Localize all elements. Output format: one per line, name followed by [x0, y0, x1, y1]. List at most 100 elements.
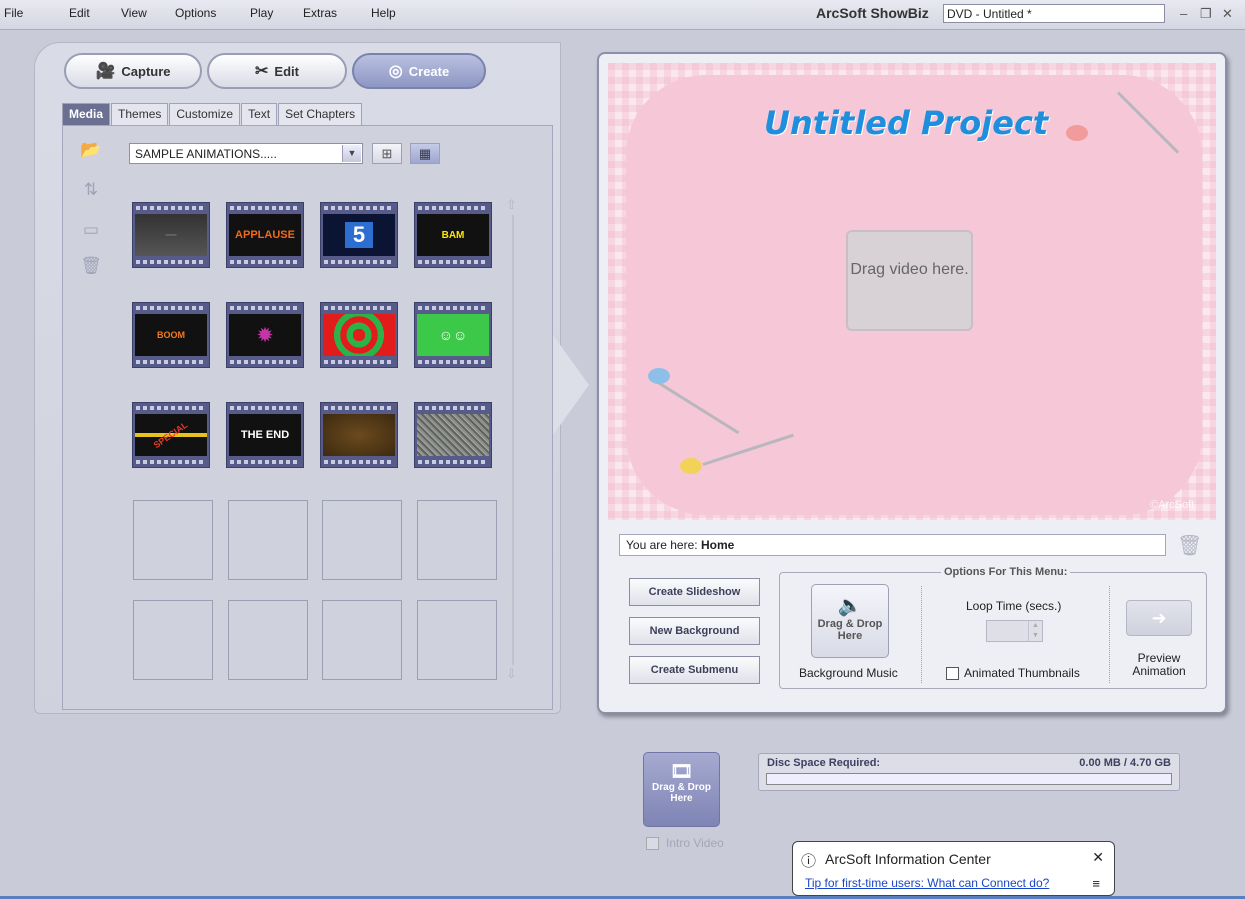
tab-media[interactable]: Media	[62, 103, 111, 125]
thumbnail-frame	[323, 314, 395, 356]
edit-label: Edit	[274, 63, 299, 79]
close-icon[interactable]: ✕	[1222, 6, 1233, 22]
speaker-icon: 🔈	[837, 595, 863, 617]
media-thumbnail-boom[interactable]: BOOM	[132, 302, 210, 368]
media-thumbnail-cartoon-crowd[interactable]: ☺☺	[414, 302, 492, 368]
background-music-label: Background Music	[799, 666, 898, 680]
create-submenu-button[interactable]: Create Submenu	[629, 656, 760, 684]
media-thumbnail-static-noise[interactable]	[414, 402, 492, 468]
chevron-down-icon[interactable]: ▼	[342, 145, 361, 162]
menu-help[interactable]: Help	[371, 6, 396, 20]
thumbnail-frame: SPECIAL	[135, 414, 207, 456]
create-button[interactable]: ◎ Create	[352, 53, 486, 89]
intro-video-label: Intro Video	[666, 836, 724, 850]
preview-animation-label: Preview Animation	[1132, 651, 1186, 678]
empty-media-slot	[228, 500, 308, 580]
scroll-up-icon[interactable]: ⇧	[506, 197, 517, 213]
disc-space-label: Disc Space Required:	[767, 757, 881, 769]
menu-view[interactable]: View	[121, 6, 147, 20]
loop-time-stepper[interactable]: ▲ ▼	[986, 620, 1043, 642]
document-title-field: DVD - Untitled *	[943, 4, 1165, 23]
music-drop-label: Drag & Drop Here	[817, 618, 883, 642]
film-strip-icon: 🎞	[670, 761, 693, 781]
menubar: File Edit View Options Play Extras Help …	[0, 0, 1245, 30]
panel-connector-arrow	[553, 335, 589, 435]
thumbnail-frame: BAM	[417, 214, 489, 256]
delete-icon[interactable]: 🗑	[80, 256, 102, 278]
new-background-button[interactable]: New Background	[629, 617, 760, 645]
stepper-arrows-icon[interactable]: ▲ ▼	[1028, 621, 1042, 641]
arrow-right-icon: ➜	[1151, 608, 1167, 628]
divider	[1109, 586, 1110, 683]
restore-icon[interactable]: ❐	[1200, 6, 1212, 22]
tip-link[interactable]: Tip for first-time users: What can Conne…	[805, 876, 1049, 890]
intro-video-checkbox[interactable]	[646, 837, 659, 850]
minimize-icon[interactable]: –	[1180, 6, 1187, 21]
breadcrumb: You are here: Home	[619, 534, 1166, 556]
menu-edit[interactable]: Edit	[69, 6, 90, 20]
menu-lines-icon[interactable]: ≡	[1092, 876, 1100, 891]
folder-icon[interactable]: 📂	[80, 140, 102, 162]
grid-small-icon: ▦	[418, 146, 432, 161]
thumbnail-frame: ☺☺	[417, 314, 489, 356]
empty-media-slot	[228, 600, 308, 680]
grid-large-icon: ⊞	[381, 146, 393, 161]
menu-extras[interactable]: Extras	[303, 6, 337, 20]
rename-icon[interactable]: ▭	[80, 220, 102, 242]
create-label: Create	[408, 63, 450, 79]
thumbnail-frame	[323, 414, 395, 456]
edit-button[interactable]: ✂ Edit	[207, 53, 347, 89]
disc-space-value: 0.00 MB / 4.70 GB	[1079, 757, 1171, 769]
media-tabs: Media Themes Customize Text Set Chapters	[62, 103, 363, 125]
capture-button[interactable]: 🎥 Capture	[64, 53, 202, 89]
scroll-down-icon[interactable]: ⇩	[506, 666, 517, 682]
category-select[interactable]: SAMPLE ANIMATIONS..... ▼	[129, 143, 363, 164]
media-thumbnail-star-burst[interactable]: ✹	[226, 302, 304, 368]
disc-icon: ◎	[388, 63, 403, 80]
sort-icon[interactable]: ⇅	[80, 180, 102, 202]
menu-file[interactable]: File	[4, 6, 23, 20]
empty-media-slot	[322, 600, 402, 680]
large-thumbnails-view-button[interactable]: ⊞	[372, 143, 402, 164]
tab-customize[interactable]: Customize	[169, 103, 241, 125]
create-slideshow-button[interactable]: Create Slideshow	[629, 578, 760, 606]
tab-themes[interactable]: Themes	[111, 103, 169, 125]
options-title: Options For This Menu:	[941, 566, 1071, 578]
media-scrollbar[interactable]	[512, 215, 514, 665]
disc-space-panel: Disc Space Required: 0.00 MB / 4.70 GB	[758, 753, 1180, 791]
media-thumbnail-applause[interactable]: APPLAUSE	[226, 202, 304, 268]
small-thumbnails-view-button[interactable]: ▦	[410, 143, 440, 164]
media-thumbnail-bam[interactable]: BAM	[414, 202, 492, 268]
media-thumbnail-special[interactable]: SPECIAL	[132, 402, 210, 468]
media-thumbnail-blank-dark[interactable]: —	[132, 202, 210, 268]
media-thumbnail-brown-frame[interactable]	[320, 402, 398, 468]
empty-media-slot	[322, 500, 402, 580]
media-thumbnail-countdown-5[interactable]: 5	[320, 202, 398, 268]
menu-options[interactable]: Options	[175, 6, 216, 20]
project-title[interactable]: Untitled Project	[764, 104, 1048, 142]
app-title: ArcSoft ShowBiz	[816, 5, 929, 21]
animated-thumbnails-checkbox[interactable]	[946, 667, 959, 680]
breadcrumb-location[interactable]: Home	[701, 538, 734, 552]
media-thumbnail-the-end[interactable]: THE END	[226, 402, 304, 468]
disc-space-progress	[766, 773, 1172, 785]
close-icon[interactable]: ✕	[1092, 849, 1104, 866]
trash-icon[interactable]: 🗑	[1177, 533, 1202, 558]
animated-thumbnails-label: Animated Thumbnails	[964, 666, 1080, 680]
menu-play[interactable]: Play	[250, 6, 273, 20]
thumbnail-frame	[417, 414, 489, 456]
info-center-popup: ⓘ ArcSoft Information Center ✕ Tip for f…	[792, 841, 1115, 896]
tab-set-chapters[interactable]: Set Chapters	[278, 103, 363, 125]
camera-icon: 🎥	[95, 63, 116, 80]
background-music-drop-target[interactable]: 🔈 Drag & Drop Here	[811, 584, 889, 658]
intro-video-drop-target[interactable]: 🎞 Drag & Drop Here	[643, 752, 720, 827]
intro-drop-label: Drag & Drop Here	[652, 782, 711, 804]
empty-media-slot	[417, 500, 497, 580]
media-thumbnail-spiral[interactable]	[320, 302, 398, 368]
drop-video-target[interactable]: Drag video here.	[846, 230, 973, 331]
duck-icon	[648, 368, 670, 384]
divider	[921, 586, 922, 683]
preview-animation-button[interactable]: ➜	[1126, 600, 1192, 636]
thumbnail-frame: 5	[323, 214, 395, 256]
tab-text[interactable]: Text	[241, 103, 278, 125]
